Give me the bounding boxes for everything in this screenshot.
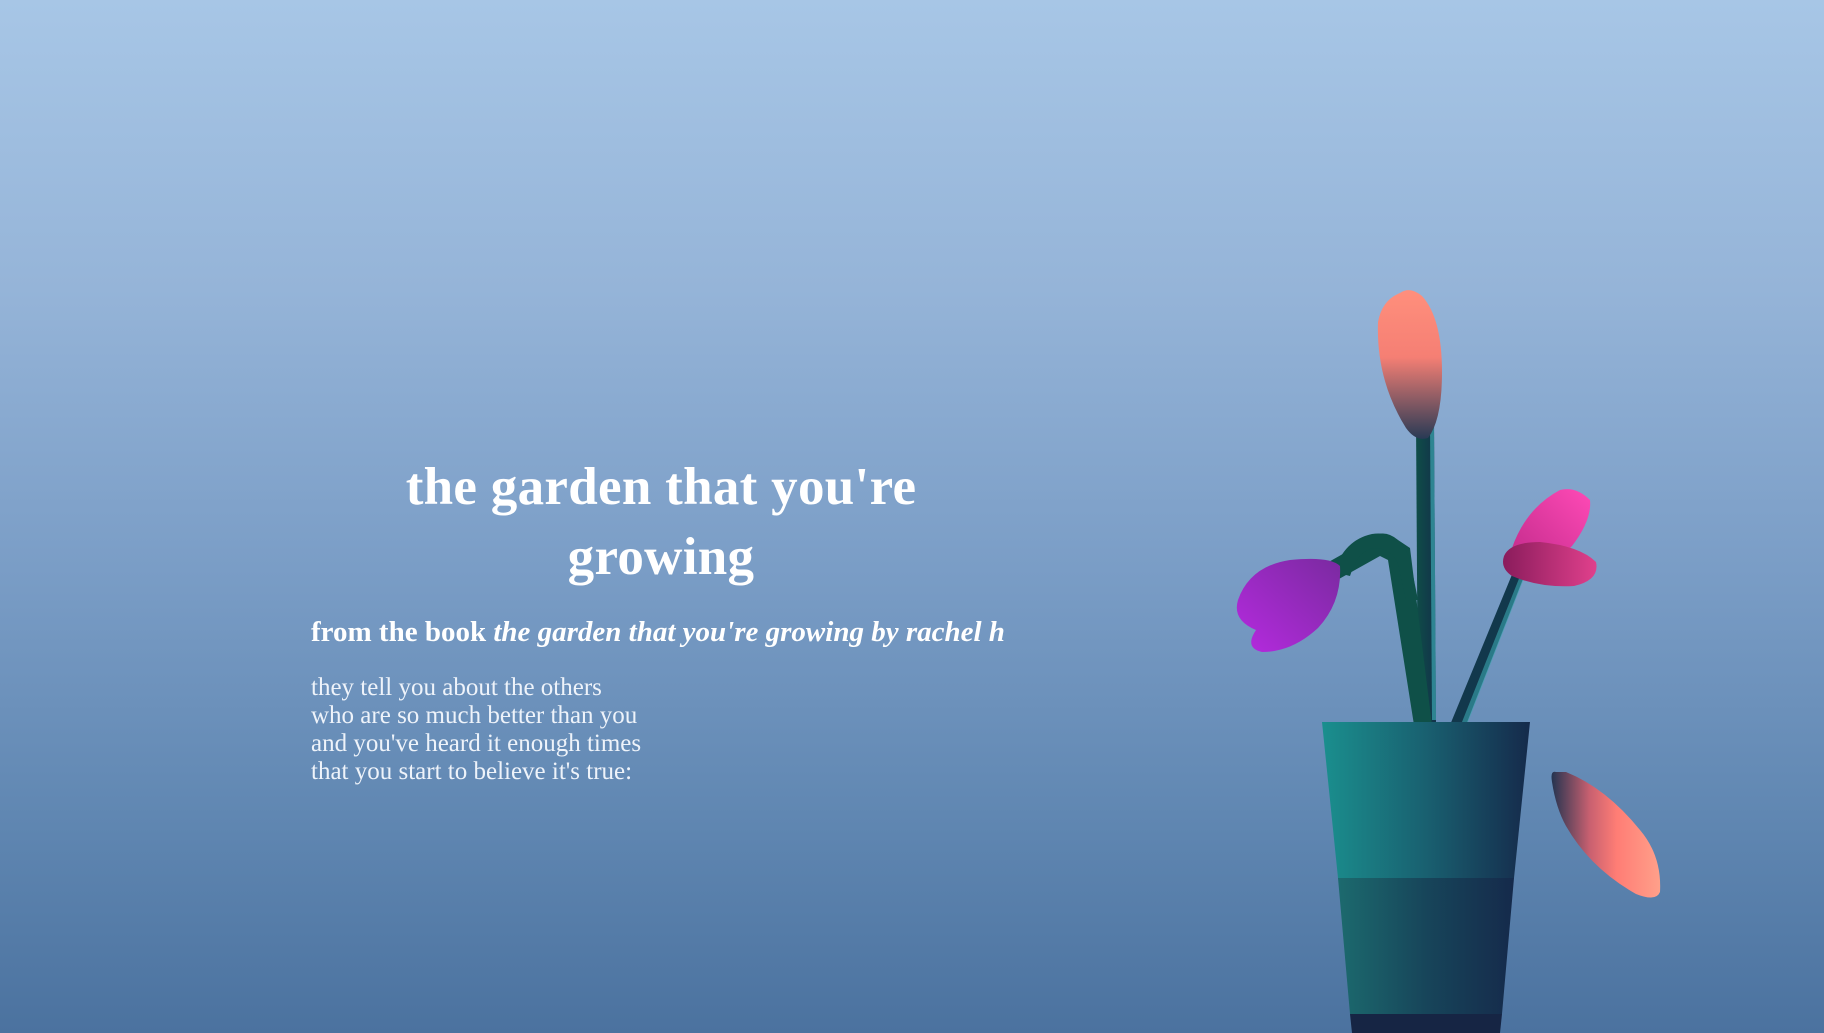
coral-bud bbox=[1377, 290, 1442, 439]
stem-right bbox=[1450, 560, 1528, 725]
poem-line: who are so much better than you bbox=[311, 702, 638, 729]
attribution-prefix: from the book bbox=[311, 616, 494, 648]
pot-bottom bbox=[1350, 1014, 1502, 1033]
potted-flowers-illustration bbox=[1236, 290, 1661, 1033]
falling-leaf bbox=[1551, 771, 1661, 898]
poem-line: and you've heard it enough times bbox=[311, 730, 642, 757]
pot-top bbox=[1322, 722, 1530, 878]
book-title: the garden that you're growing by rachel… bbox=[493, 616, 1005, 648]
poem-line: they tell you about the others bbox=[311, 674, 602, 701]
purple-bud bbox=[1236, 558, 1341, 652]
page-title: the garden that you're growing bbox=[405, 458, 917, 586]
poem-card: the garden that you're growing from the … bbox=[311, 452, 1031, 786]
stem-curved bbox=[1318, 533, 1432, 725]
pot-middle bbox=[1338, 878, 1514, 1014]
poem-excerpt: they tell you about the others who are s… bbox=[311, 674, 1031, 786]
book-attribution: from the book the garden that you're gro… bbox=[311, 613, 1031, 651]
poem-line: that you start to believe it's true: bbox=[311, 758, 633, 785]
